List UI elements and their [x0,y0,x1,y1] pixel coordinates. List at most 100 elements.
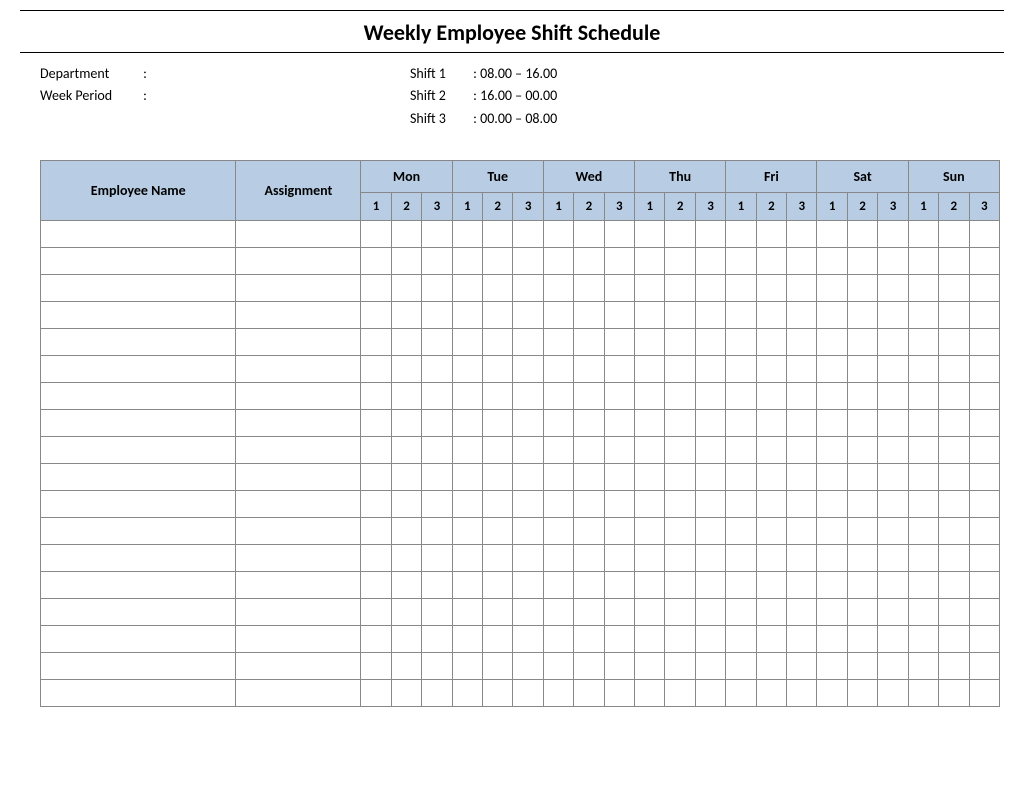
shift-cell [513,329,543,356]
shift-cell [422,464,452,491]
shift-cell [483,329,513,356]
shift-cell [847,383,877,410]
shift-cell [847,680,877,707]
shift-cell [756,518,786,545]
shift-cell [513,221,543,248]
shift-cell [483,464,513,491]
shift-cell [695,626,725,653]
shift-cell [483,491,513,518]
shift-cell [939,572,969,599]
shift-cell [878,680,908,707]
shift-cell [543,491,573,518]
title-rule [20,52,1004,53]
shift-cell [391,221,421,248]
shift-cell [391,302,421,329]
shift-cell [635,410,665,437]
shift-num-header: 2 [939,193,969,221]
shift-cell [969,545,1000,572]
table-row [41,383,1000,410]
shift-cell [635,491,665,518]
shift-cell [908,545,938,572]
shift-num-header: 3 [787,193,817,221]
shift-cell [483,680,513,707]
shift-cell [756,221,786,248]
shift-cell [817,437,847,464]
shift-cell [939,221,969,248]
shift-cell [543,383,573,410]
shift-cell [391,356,421,383]
shift-cell [847,356,877,383]
assignment-cell [236,410,361,437]
shift-cell [908,437,938,464]
shift-cell [604,518,634,545]
shift-cell [483,653,513,680]
assignment-cell [236,626,361,653]
shift-cell [787,329,817,356]
shift-cell [695,518,725,545]
shift-cell [391,248,421,275]
shift-num-header: 1 [543,193,573,221]
table-row [41,410,1000,437]
shift-cell [665,572,695,599]
shift-cell [574,248,604,275]
shift-cell [635,518,665,545]
shift-cell [665,275,695,302]
shift-cell [665,356,695,383]
shift-cell [513,410,543,437]
assignment-cell [236,653,361,680]
shift-cell [665,383,695,410]
shift-cell [787,599,817,626]
shift-cell [787,464,817,491]
shift-cell [969,464,1000,491]
shift-cell [391,653,421,680]
shift-cell [452,653,482,680]
shift-cell [726,275,756,302]
shift-cell [452,221,482,248]
shift-num-header: 1 [817,193,847,221]
shift-cell [726,491,756,518]
shift-cell [939,410,969,437]
shift-cell [817,329,847,356]
shift-cell [847,302,877,329]
shift-cell [908,221,938,248]
shift-cell [422,221,452,248]
shift-cell [695,437,725,464]
shift-2-sep: : [473,87,477,104]
shift-cell [604,356,634,383]
shift-cell [422,626,452,653]
shift-cell [756,572,786,599]
shift-cell [543,221,573,248]
assignment-cell [236,518,361,545]
table-row [41,329,1000,356]
shift-cell [604,329,634,356]
shift-cell [969,302,1000,329]
shift-cell [513,275,543,302]
shift-cell [635,680,665,707]
shift-cell [422,545,452,572]
day-header-wed: Wed [543,161,634,193]
shift-cell [452,275,482,302]
shift-cell [817,653,847,680]
shift-cell [452,680,482,707]
shift-num-header: 1 [361,193,391,221]
shift-cell [787,302,817,329]
shift-cell [756,275,786,302]
shift-cell [574,302,604,329]
shift-2-label: Shift 2 [410,85,470,107]
shift-cell [422,410,452,437]
shift-cell [361,599,391,626]
shift-cell [635,221,665,248]
shift-cell [817,464,847,491]
shift-cell [695,329,725,356]
assignment-cell [236,302,361,329]
shift-cell [756,437,786,464]
shift-cell [969,329,1000,356]
shift-cell [452,572,482,599]
shift-cell [847,464,877,491]
schedule-table: Employee Name Assignment Mon Tue Wed Thu… [40,160,1000,707]
shift-cell [847,491,877,518]
shift-cell [513,599,543,626]
shift-cell [908,248,938,275]
shift-cell [878,464,908,491]
shift-cell [422,275,452,302]
